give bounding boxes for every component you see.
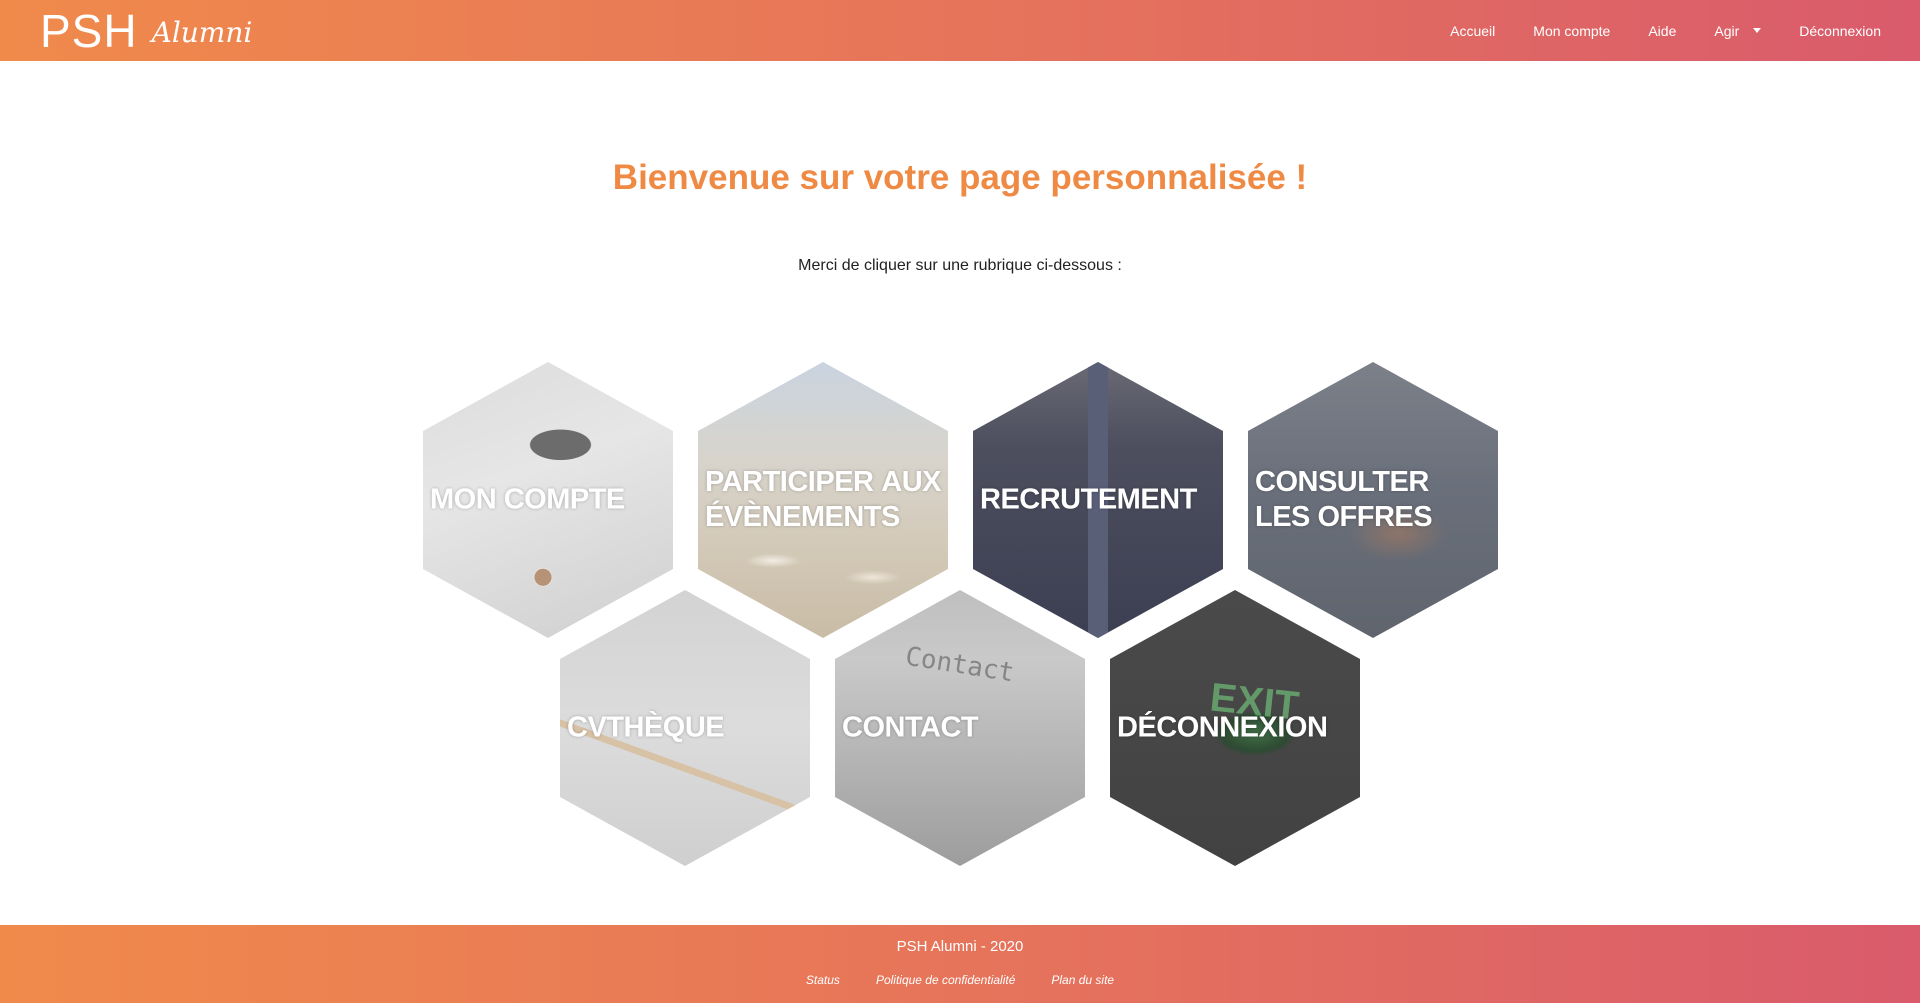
page-subtitle: Merci de cliquer sur une rubrique ci-des… [798,257,1122,274]
page-title: Bienvenue sur votre page personnalisée ! [612,158,1308,197]
main-nav: Accueil Mon compte Aide Agir Déconnexion [1450,0,1881,61]
tile-label: MON COMPTE [430,483,625,516]
tile-label: RECRUTEMENT [980,483,1197,516]
nav-deconnexion[interactable]: Déconnexion [1799,23,1881,39]
contact-photo-text: Contact [903,641,1017,689]
page-footer: PSH Alumni - 2020 Status Politique de co… [0,925,1920,1003]
tile-label: DÉCONNEXION [1117,711,1328,744]
site-logo[interactable]: PSH Alumni [40,0,252,61]
top-header: PSH Alumni Accueil Mon compte Aide Agir … [0,0,1920,61]
tile-offres[interactable]: CONSULTER LES OFFRES [1248,362,1498,638]
footer-link-sitemap[interactable]: Plan du site [1051,973,1114,987]
nav-agir-label: Agir [1714,22,1740,39]
tile-label: CVTHÈQUE [567,711,725,744]
tile-evenements[interactable]: PARTICIPER AUX ÉVÈNEMENTS [698,362,948,638]
footer-link-privacy[interactable]: Politique de confidentialité [876,973,1015,987]
nav-agir-dropdown[interactable]: Agir [1714,22,1762,39]
tile-cvtheque[interactable]: CVTHÈQUE [560,590,810,866]
tile-label: PARTICIPER AUX ÉVÈNEMENTS [705,466,942,533]
tile-deconnexion[interactable]: EXIT DÉCONNEXION [1110,590,1360,866]
footer-links: Status Politique de confidentialité Plan… [0,973,1920,987]
footer-link-status[interactable]: Status [806,973,840,987]
tile-recrutement[interactable]: RECRUTEMENT [973,362,1223,638]
tile-mon-compte[interactable]: MON COMPTE [423,362,673,638]
logo-script-text: Alumni [151,16,253,49]
footer-copyright: PSH Alumni - 2020 [896,938,1024,955]
caret-down-icon [1753,28,1762,33]
nav-aide[interactable]: Aide [1648,23,1676,39]
tile-label: CONTACT [842,711,979,744]
tile-label: CONSULTER LES OFFRES [1255,466,1433,533]
tile-contact[interactable]: Contact CONTACT [835,590,1085,866]
logo-text: PSH [40,4,138,57]
nav-mon-compte[interactable]: Mon compte [1533,23,1610,39]
nav-accueil[interactable]: Accueil [1450,23,1495,39]
